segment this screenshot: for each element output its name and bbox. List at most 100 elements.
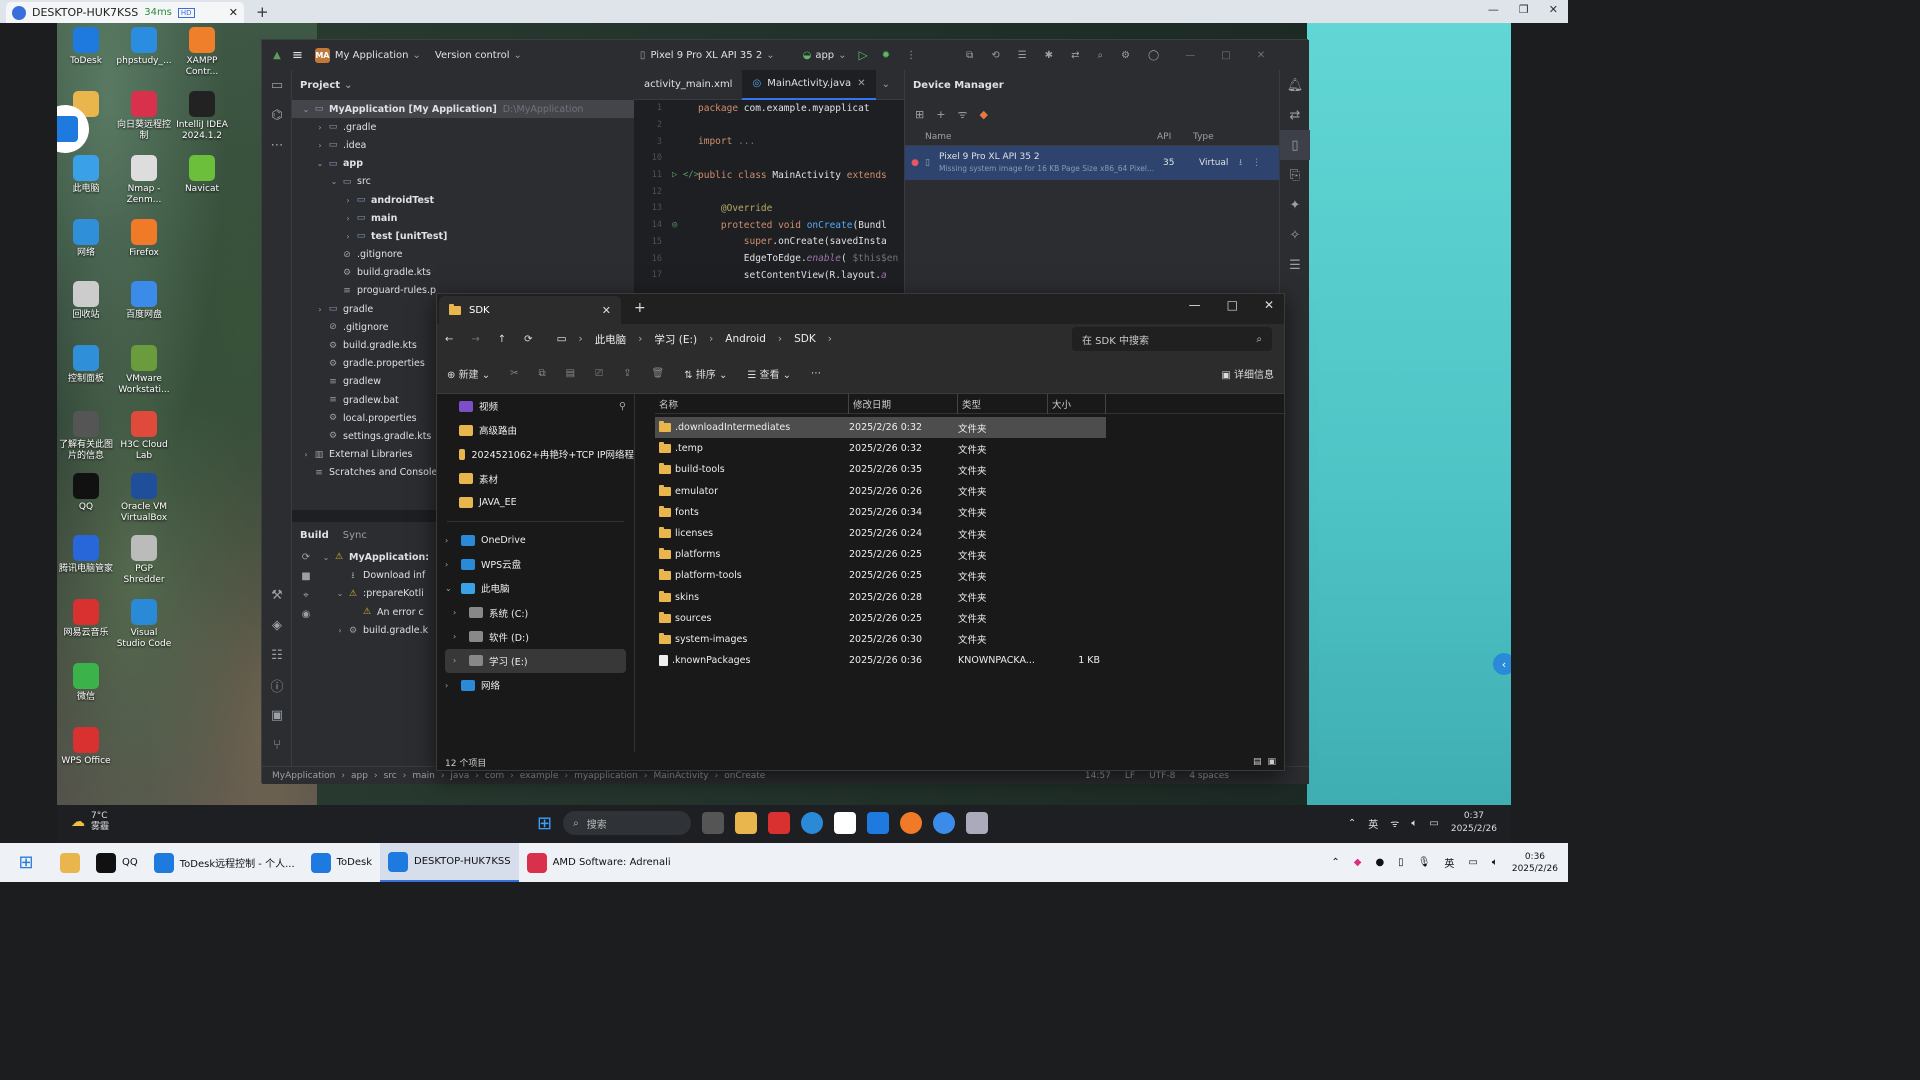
desktop-icon[interactable]: H3C Cloud Lab [115,411,173,462]
profiler-icon[interactable]: ⇄ [1071,50,1079,61]
download-icon[interactable]: ⭳ [1239,155,1242,171]
nav-item[interactable]: › 软件 (D:) [437,625,634,649]
ide-close-icon[interactable]: ✕ [1257,50,1265,61]
nav-item[interactable]: › 网络 [437,673,634,697]
more-tools-icon[interactable]: ⋯ [262,130,292,160]
tray-overflow-icon[interactable]: ⌃ [1348,818,1356,829]
details-pane-button[interactable]: ▣ 详细信息 [1221,366,1274,381]
expand-chevron-icon[interactable]: › [445,536,455,545]
input-language[interactable]: 英 [1444,855,1454,870]
edge-taskbar-icon[interactable] [801,812,824,834]
close-icon[interactable]: ✕ [1264,298,1274,312]
nav-item[interactable]: JAVA_EE [437,491,634,515]
delete-icon[interactable]: 🗑︎ [652,368,665,379]
file-row[interactable]: .knownPackages 2025/2/26 0:36 KNOWNPACKA..… [655,650,1286,671]
file-row[interactable]: .downloadIntermediates 2025/2/26 0:32 文件夹 [655,417,1106,439]
col-type[interactable]: Type [1193,132,1214,142]
project-tool-icon[interactable]: ▭ [262,70,292,100]
host-taskbar-item[interactable]: AMD Software: Adrenali [519,843,679,882]
desktop-icon[interactable]: 百度网盘 [115,281,173,321]
build-item[interactable]: ⭳ Download inf [320,566,429,584]
cut-icon[interactable]: ✂ [510,368,518,379]
address-bar[interactable]: ▭ › 此电脑 › 学习 (E:) › Android › SDK › [557,327,1027,351]
desktop-icon[interactable]: 此电脑 [57,155,115,195]
build-tab[interactable]: Build [300,530,329,541]
more-actions-icon[interactable]: ⋮ [906,50,916,61]
sort-button[interactable]: ⇅ 排序 ⌄ [684,366,727,381]
close-tab-icon[interactable]: ✕ [229,6,238,19]
file-row[interactable]: emulator 2025/2/26 0:26 文件夹 [655,481,1286,502]
desktop-icon[interactable]: Oracle VM VirtualBox [115,473,173,524]
nav-item[interactable]: 视频 ⚲ [437,394,634,418]
notifications-icon[interactable]: 🔔︎ [1280,70,1310,100]
expand-chevron-icon[interactable]: ⌄ [328,177,340,186]
host-taskbar-item[interactable]: ToDesk远程控制 - 个人... [146,843,303,882]
expand-chevron-icon[interactable]: › [334,626,346,635]
desktop-icon[interactable]: Firefox [115,219,173,259]
desktop-icon[interactable]: 微信 [57,663,115,703]
wifi-icon[interactable]: ᯤ [1390,816,1399,830]
desktop-icon[interactable]: 网络 [57,219,115,259]
code-lines[interactable]: 1 package com.example.myapplicat 2 3 import … [634,100,904,284]
git-tool-icon[interactable]: ⑂ [262,730,292,760]
new-tab-button[interactable]: + [256,3,269,21]
desktop-icon[interactable]: Nmap - Zenm... [115,155,173,206]
close-icon[interactable]: ✕ [1549,3,1558,16]
status-item[interactable]: LF [1125,771,1135,781]
expand-chevron-icon[interactable]: ⌄ [334,589,346,598]
remote-clock[interactable]: 0:37 2025/2/26 [1451,810,1497,836]
desktop-icon[interactable]: XAMPP Contr... [173,27,231,78]
search-icon[interactable]: ⌕ [1097,50,1103,61]
project-name[interactable]: My Application [335,50,409,61]
paste-icon[interactable]: ▤ [566,368,575,379]
tray-app3-icon[interactable]: ▯ [1398,857,1404,868]
desktop-icon[interactable]: 网易云音乐 [57,599,115,639]
rerun-icon[interactable]: ⟳ [292,548,320,567]
qq-taskbar-icon[interactable] [834,812,857,834]
weather-widget[interactable]: ☁ 7°C 雾霾 [71,811,109,833]
status-item[interactable]: 14:57 [1085,771,1111,781]
desktop-icon[interactable]: 回收站 [57,281,115,321]
breadcrumb-drive-e[interactable]: 学习 (E:) [654,332,697,347]
desktop-icon[interactable]: ToDesk [57,27,115,67]
sync-tab[interactable]: Sync [343,530,367,541]
build-item[interactable]: ⚠ An error c [320,603,429,621]
expand-chevron-icon[interactable]: › [453,608,463,617]
build-item[interactable]: ⌄ ⚠ MyApplication: [320,548,429,566]
status-breadcrumb[interactable]: com [485,771,504,781]
nav-item[interactable]: › WPS云盘 [437,552,634,576]
details-view-icon[interactable]: ▤ [1253,757,1262,767]
file-row[interactable]: .temp 2025/2/26 0:32 文件夹 [655,438,1286,459]
col-name[interactable]: Name [905,132,1157,142]
file-row[interactable]: sources 2025/2/26 0:25 文件夹 [655,608,1286,629]
nav-item[interactable]: › 学习 (E:) [445,648,626,674]
host-taskbar-item[interactable]: ToDesk [303,843,380,882]
expand-chevron-icon[interactable]: ⌄ [445,584,455,593]
file-row[interactable]: platform-tools 2025/2/26 0:25 文件夹 [655,565,1286,586]
wps-taskbar-icon[interactable] [768,812,791,834]
microphone-icon[interactable]: 🎙︎ [1418,857,1431,868]
problems-tool-icon[interactable]: ⓘ [262,670,292,700]
host-taskbar-item[interactable]: DESKTOP-HUK7KSS [380,843,519,882]
desktop-icon[interactable]: 腾讯电脑管家 [57,535,115,575]
file-row[interactable]: fonts 2025/2/26 0:34 文件夹 [655,502,1286,523]
android-studio-taskbar-icon[interactable] [933,812,956,834]
status-breadcrumb[interactable]: main [412,771,435,781]
desktop-icon[interactable]: PGP Shredder [115,535,173,586]
expand-chevron-icon[interactable]: › [445,681,455,690]
code-line[interactable]: 15 super.onCreate(savedInsta [634,234,904,251]
search-box[interactable]: 在 SDK 中搜索 ⌕ [1072,327,1272,351]
tree-item[interactable]: › ▭ test [unitTest] [292,227,634,245]
minimize-icon[interactable]: — [1189,298,1201,312]
device-row[interactable]: ● ▯ Pixel 9 Pro XL API 35 2 Missing syst… [905,146,1279,180]
tab-main-activity[interactable]: ◎ MainActivity.java ✕ [742,69,876,100]
start-icon[interactable]: ⊞ [537,813,552,834]
tree-item[interactable]: › ▭ .gradle [292,118,634,136]
status-item[interactable]: UTF-8 [1149,771,1175,781]
expand-chevron-icon[interactable]: › [342,232,354,241]
file-row[interactable]: licenses 2025/2/26 0:24 文件夹 [655,523,1286,544]
nav-item[interactable]: 高级路由 [437,418,634,442]
breadcrumb-sdk[interactable]: SDK [794,333,816,345]
build-item[interactable]: ⌄ ⚠:prepareKotli [320,585,429,603]
status-breadcrumb[interactable]: myapplication [574,771,638,781]
